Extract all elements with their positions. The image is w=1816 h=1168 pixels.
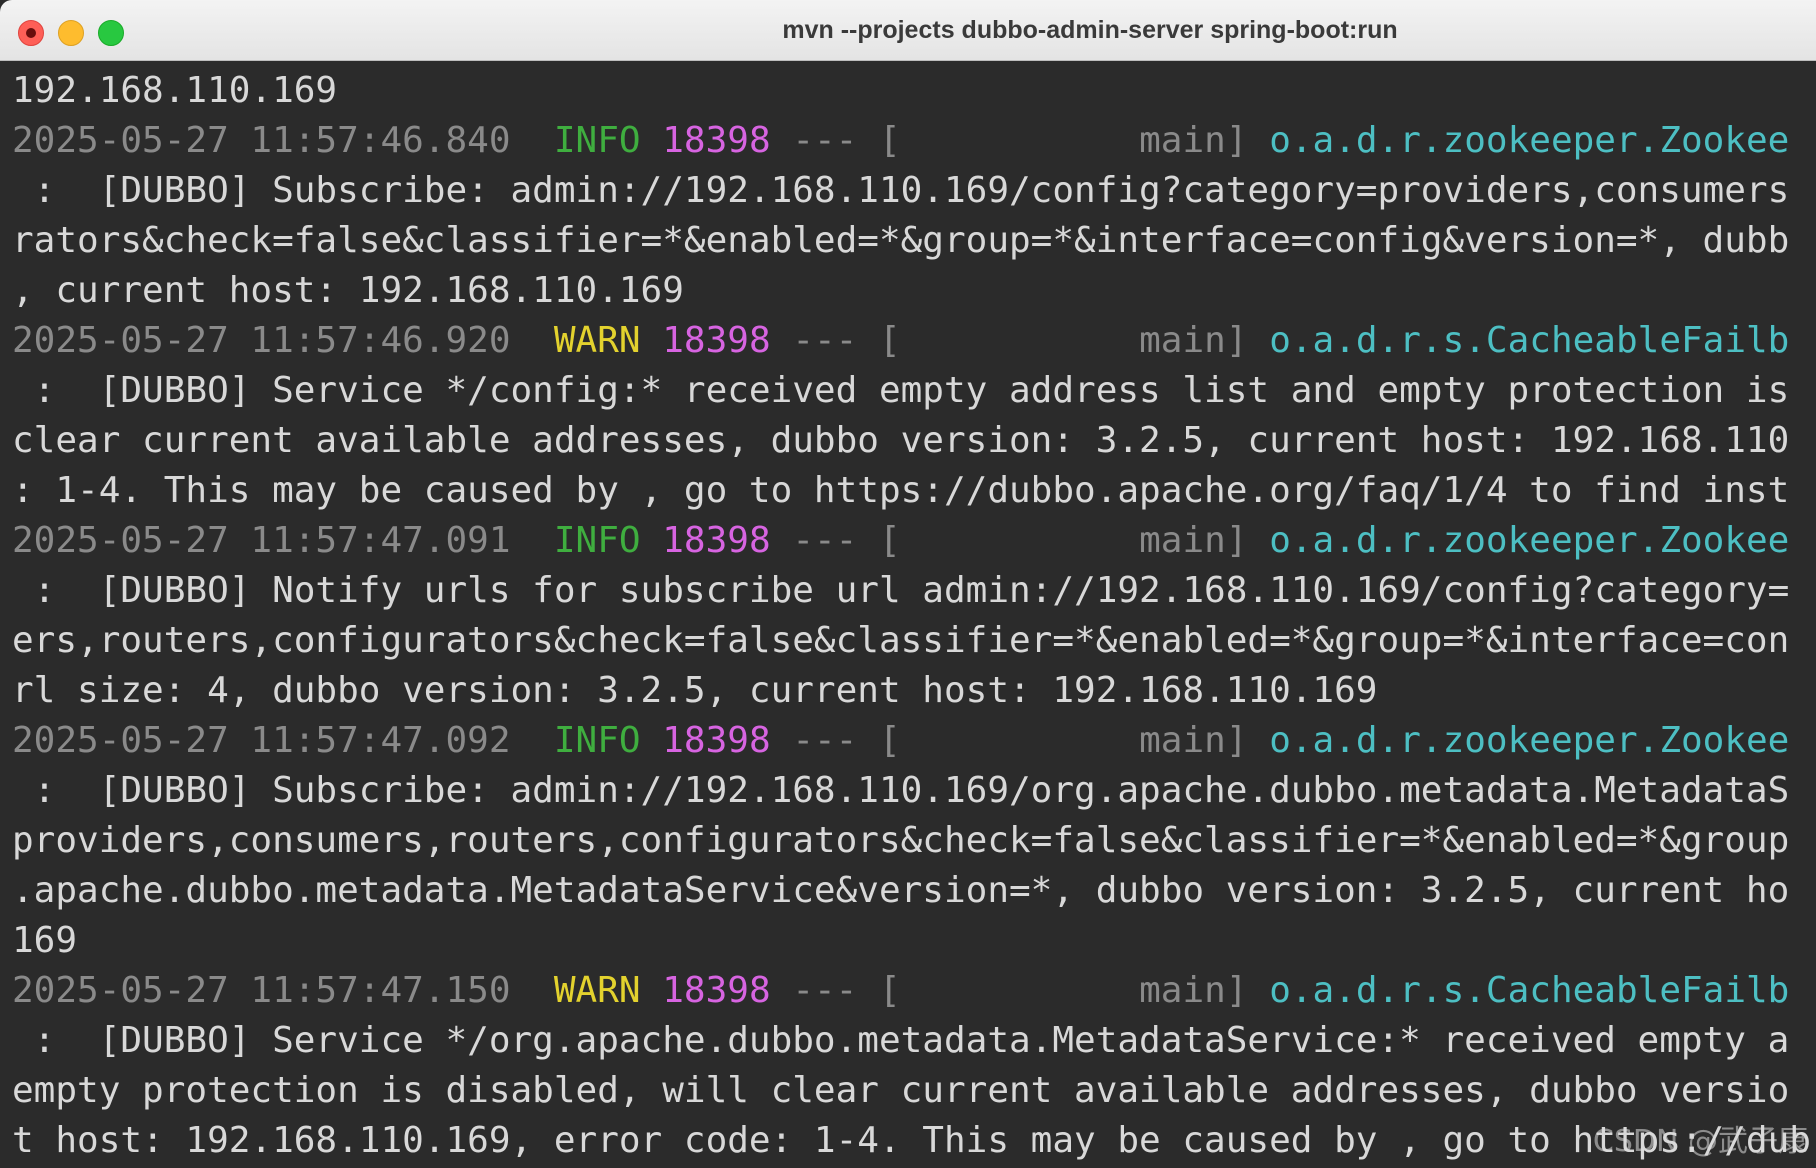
log-line: : [DUBBO] Service */org.apache.dubbo.met…	[12, 1020, 1790, 1061]
log-line: : 1-4. This may be caused by , go to htt…	[12, 470, 1790, 511]
log-level: INFO	[553, 120, 641, 161]
log-header-line: 2025-05-27 11:57:47.150 WARN 18398 --- […	[0, 966, 1816, 1016]
log-logger: o.a.d.r.zookeeper.Zookee	[1269, 720, 1790, 761]
log-line: empty protection is disabled, will clear…	[12, 1070, 1790, 1111]
log-line: clear current available addresses, dubbo…	[12, 420, 1790, 461]
log-logger: o.a.d.r.s.CacheableFailb	[1269, 970, 1790, 1011]
log-line: providers,consumers,routers,configurator…	[12, 820, 1790, 861]
log-thread: [ main]	[879, 970, 1248, 1011]
log-logger: o.a.d.r.zookeeper.Zookee	[1269, 520, 1790, 561]
log-pid: 18398	[662, 320, 771, 361]
log-header-line: 2025-05-27 11:57:46.920 WARN 18398 --- […	[0, 316, 1816, 366]
log-thread: [ main]	[879, 320, 1248, 361]
log-pid: 18398	[662, 120, 771, 161]
log-pid: 18398	[662, 520, 771, 561]
log-level: WARN	[553, 320, 641, 361]
log-timestamp: 2025-05-27 11:57:47.091	[12, 520, 511, 561]
log-logger: o.a.d.r.s.CacheableFailb	[1269, 320, 1790, 361]
log-line: 169	[12, 920, 78, 961]
window-title: mvn --projects dubbo-admin-server spring…	[782, 16, 1398, 44]
log-line: , current host: 192.168.110.169	[12, 270, 684, 311]
log-header-line: 2025-05-27 11:57:47.092 INFO 18398 --- […	[0, 716, 1816, 766]
minimize-button[interactable]	[58, 20, 84, 46]
log-separator: ---	[792, 720, 858, 761]
log-line: rl size: 4, dubbo version: 3.2.5, curren…	[12, 670, 1378, 711]
log-logger: o.a.d.r.zookeeper.Zookee	[1269, 120, 1790, 161]
log-line: : [DUBBO] Notify urls for subscribe url …	[12, 570, 1790, 611]
log-separator: ---	[792, 320, 858, 361]
terminal-output[interactable]: 192.168.110.169 2025-05-27 11:57:46.840 I…	[0, 66, 1816, 1168]
log-line: rators&check=false&classifier=*&enabled=…	[12, 220, 1790, 261]
log-separator: ---	[792, 120, 858, 161]
log-timestamp: 2025-05-27 11:57:47.150	[12, 970, 511, 1011]
log-header-line: 2025-05-27 11:57:47.091 INFO 18398 --- […	[0, 516, 1816, 566]
log-pid: 18398	[662, 720, 771, 761]
zoom-button[interactable]	[98, 20, 124, 46]
log-timestamp: 2025-05-27 11:57:46.840	[12, 120, 511, 161]
log-line: t host: 192.168.110.169, error code: 1-4…	[12, 1120, 1811, 1161]
close-button[interactable]	[18, 20, 44, 46]
log-timestamp: 2025-05-27 11:57:47.092	[12, 720, 511, 761]
log-header-line: 2025-05-27 11:57:46.840 INFO 18398 --- […	[0, 116, 1816, 166]
log-line: .apache.dubbo.metadata.MetadataService&v…	[12, 870, 1790, 911]
terminal-window: mvn --projects dubbo-admin-server spring…	[0, 0, 1816, 1168]
title-bar[interactable]: mvn --projects dubbo-admin-server spring…	[0, 0, 1816, 61]
log-line: : [DUBBO] Subscribe: admin://192.168.110…	[12, 170, 1790, 211]
log-timestamp: 2025-05-27 11:57:46.920	[12, 320, 511, 361]
log-separator: ---	[792, 970, 858, 1011]
watermark: CSDN @武子康	[1592, 1124, 1808, 1159]
log-thread: [ main]	[879, 120, 1248, 161]
log-line: : [DUBBO] Subscribe: admin://192.168.110…	[12, 770, 1790, 811]
log-level: INFO	[553, 720, 641, 761]
log-level: WARN	[553, 970, 641, 1011]
log-pid: 18398	[662, 970, 771, 1011]
log-thread: [ main]	[879, 720, 1248, 761]
log-level: INFO	[553, 520, 641, 561]
log-separator: ---	[792, 520, 858, 561]
log-line: : [DUBBO] Service */config:* received em…	[12, 370, 1790, 411]
log-line: 192.168.110.169	[12, 70, 338, 111]
log-line: ers,routers,configurators&check=false&cl…	[12, 620, 1790, 661]
log-thread: [ main]	[879, 520, 1248, 561]
close-icon	[26, 28, 36, 38]
